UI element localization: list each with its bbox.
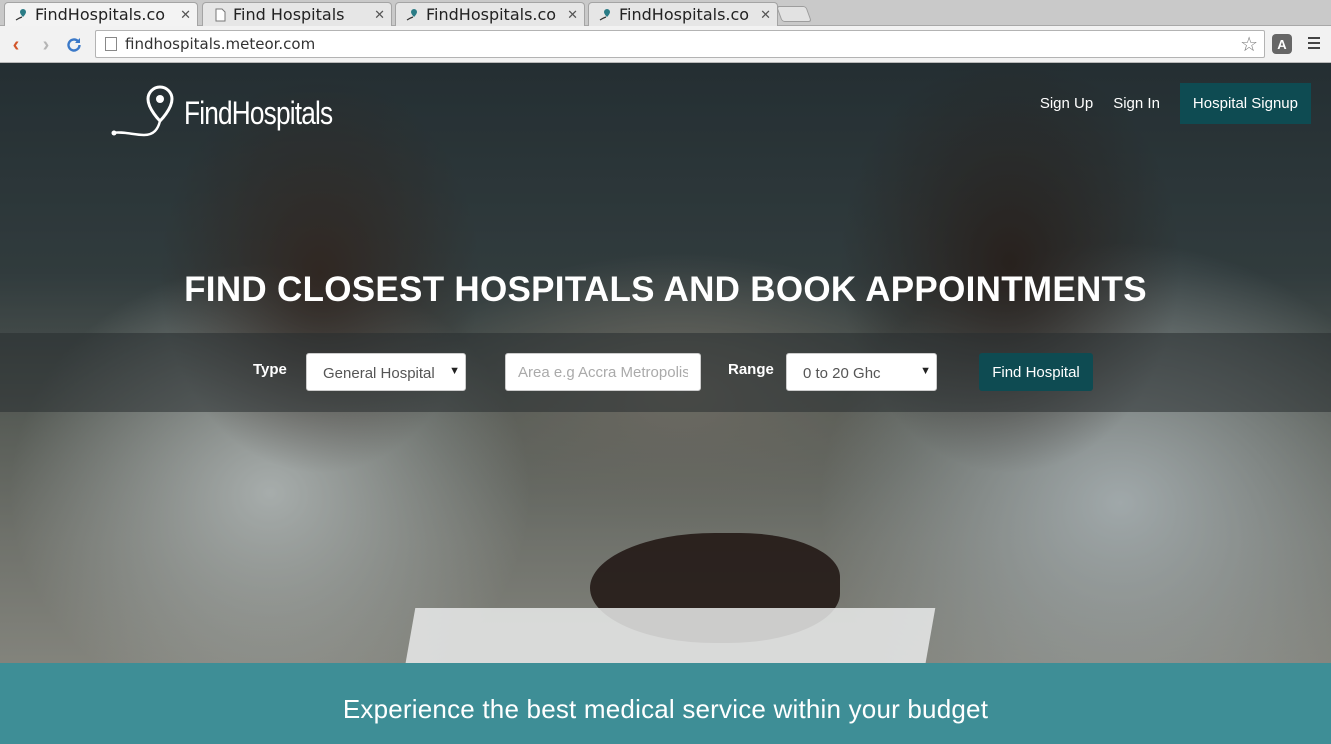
- tagline-text: Experience the best medical service with…: [342, 694, 989, 724]
- brand-name: FindHospitals: [184, 94, 333, 131]
- pin-favicon-icon: [15, 8, 26, 21]
- area-input[interactable]: [505, 353, 701, 391]
- bookmark-star-icon[interactable]: ☆: [1240, 32, 1258, 57]
- stethoscope-pin-icon: [111, 85, 174, 137]
- hero-section: FindHospitals Sign Up Sign In Hospital S…: [0, 63, 1331, 663]
- find-hospital-button[interactable]: Find Hospital: [979, 353, 1093, 391]
- new-tab-button[interactable]: [776, 6, 812, 22]
- close-icon[interactable]: ✕: [567, 7, 578, 23]
- caret-down-icon: ▼: [449, 365, 460, 377]
- tab-title: FindHospitals.co: [619, 5, 750, 24]
- range-select[interactable]: 0 to 20 Ghc ▼: [786, 353, 937, 391]
- close-icon[interactable]: ✕: [374, 7, 385, 23]
- top-nav: Sign Up Sign In Hospital Signup: [1020, 83, 1311, 124]
- browser-tab-4[interactable]: FindHospitals.co ✕: [588, 2, 778, 26]
- sign-up-link[interactable]: Sign Up: [1040, 95, 1093, 112]
- close-icon[interactable]: ✕: [180, 7, 191, 23]
- url-text: findhospitals.meteor.com: [125, 35, 316, 53]
- reload-icon[interactable]: [63, 34, 85, 56]
- browser-tabstrip: FindHospitals.co ✕ Find Hospitals ✕ Find…: [0, 0, 1331, 26]
- browser-tab-2[interactable]: Find Hospitals ✕: [202, 2, 392, 26]
- address-bar[interactable]: findhospitals.meteor.com ☆: [95, 30, 1265, 58]
- tab-title: Find Hospitals: [233, 5, 345, 24]
- browser-tab-3[interactable]: FindHospitals.co ✕: [395, 2, 585, 26]
- search-form: Type General Hospital ▼ Range 0 to 20 Gh…: [0, 333, 1331, 412]
- pin-favicon-icon: [599, 8, 610, 21]
- forward-arrow-icon[interactable]: ›: [35, 34, 57, 56]
- close-icon[interactable]: ✕: [760, 7, 771, 23]
- type-select-value: General Hospital: [323, 365, 435, 382]
- range-select-value: 0 to 20 Ghc: [803, 365, 881, 382]
- hero-photo-detail: [404, 608, 936, 663]
- tab-title: FindHospitals.co: [35, 5, 166, 24]
- hospital-signup-button[interactable]: Hospital Signup: [1179, 83, 1311, 124]
- hero-headline: FIND CLOSEST HOSPITALS AND BOOK APPOINTM…: [184, 270, 1147, 309]
- type-label: Type: [253, 361, 287, 378]
- range-label: Range: [728, 361, 774, 378]
- browser-tab-1[interactable]: FindHospitals.co ✕: [4, 2, 198, 26]
- tab-title: FindHospitals.co: [426, 5, 557, 24]
- menu-icon[interactable]: [1308, 37, 1320, 49]
- back-arrow-icon[interactable]: ‹: [5, 34, 27, 56]
- caret-down-icon: ▼: [920, 365, 931, 377]
- brand-logo[interactable]: FindHospitals: [110, 85, 365, 141]
- type-select[interactable]: General Hospital ▼: [306, 353, 466, 391]
- browser-toolbar: ‹ › findhospitals.meteor.com ☆ A: [0, 26, 1331, 63]
- pin-favicon-icon: [406, 8, 417, 21]
- page-icon: [105, 37, 117, 51]
- extension-icon[interactable]: A: [1272, 34, 1292, 54]
- page-favicon-icon: [215, 8, 226, 21]
- sign-in-link[interactable]: Sign In: [1113, 95, 1160, 112]
- tagline-banner: Experience the best medical service with…: [0, 663, 1331, 744]
